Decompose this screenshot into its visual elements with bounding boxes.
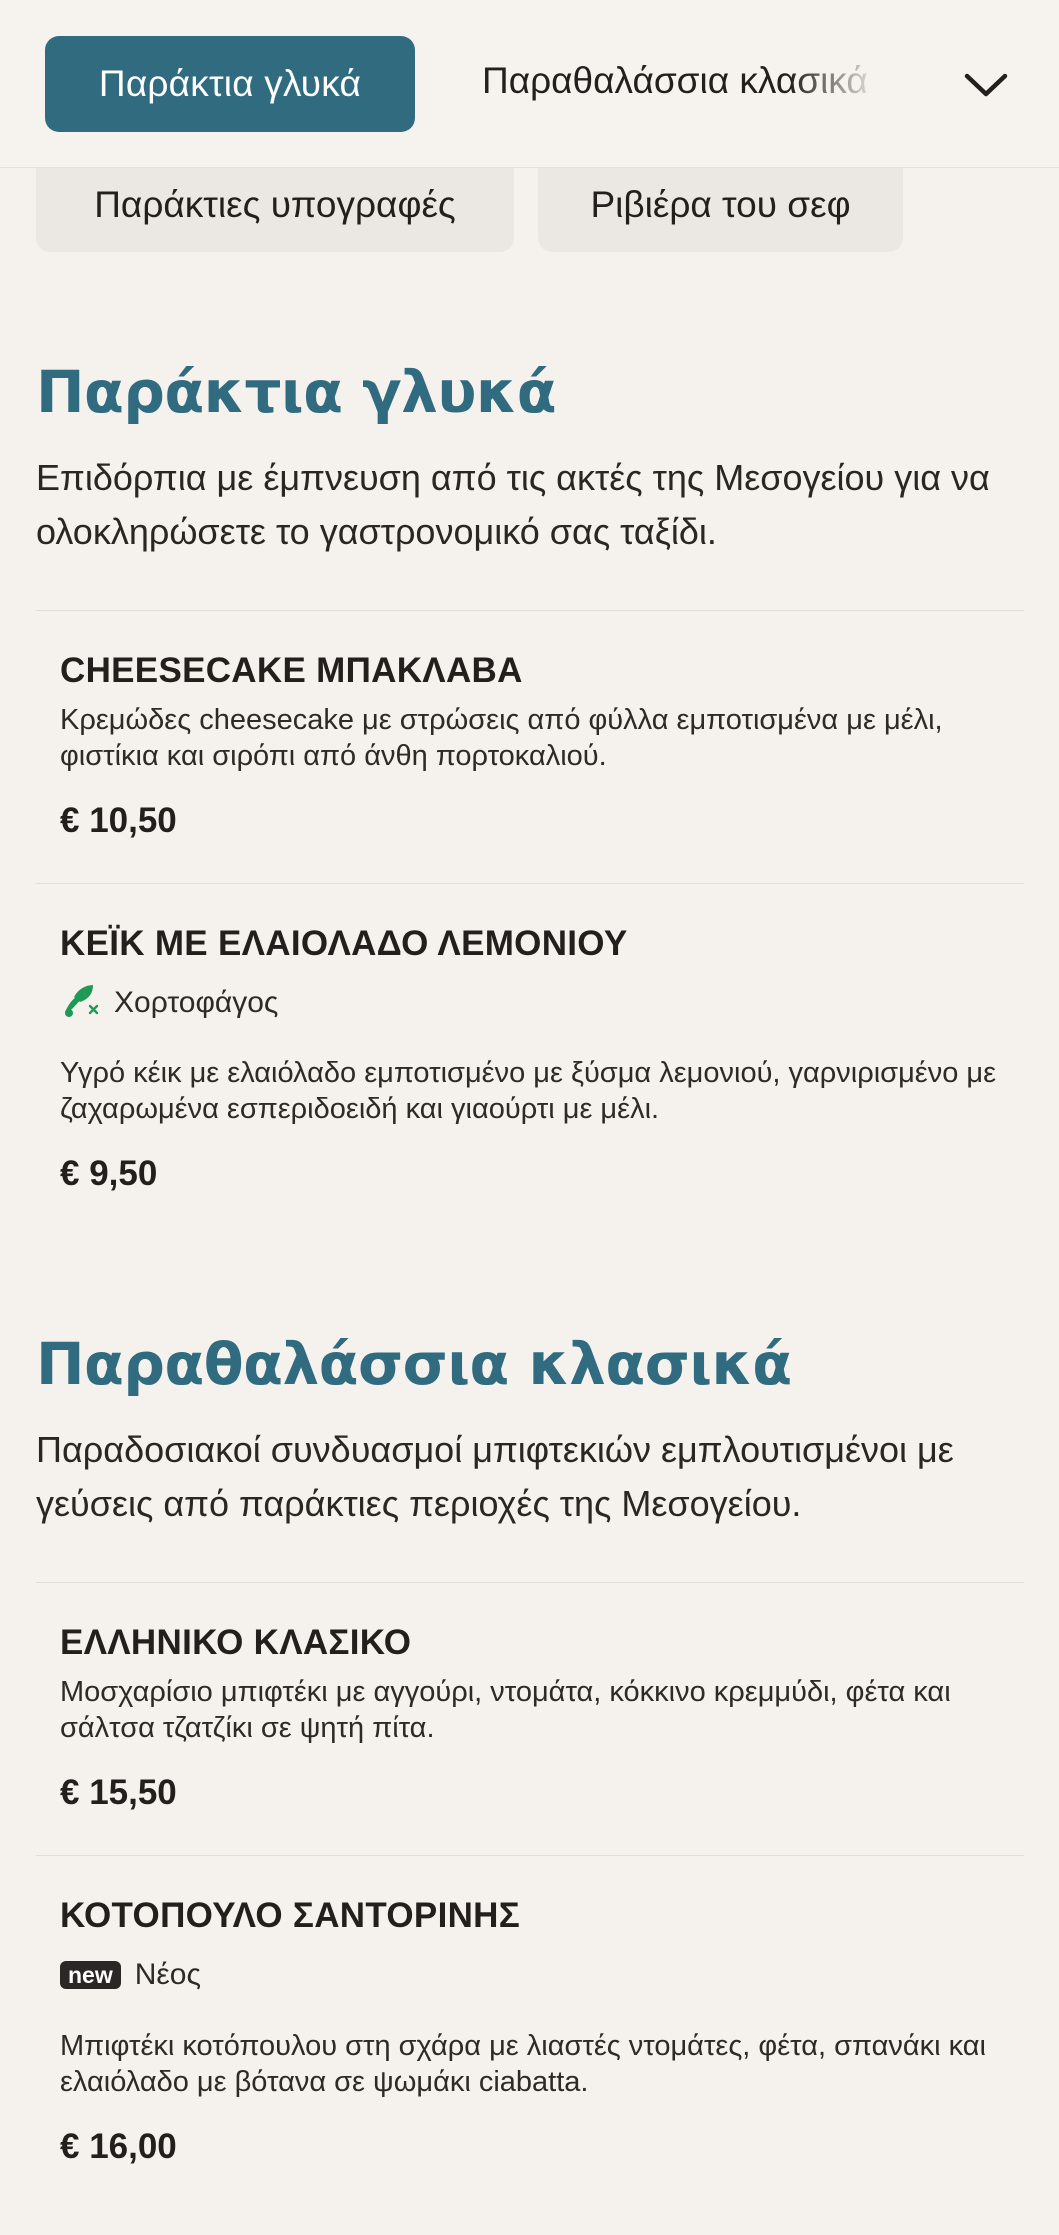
divider	[36, 1855, 1024, 1856]
menu-item-price: € 9,50	[60, 1154, 158, 1193]
category-tab-coastal-sweets[interactable]: Παράκτια γλυκά	[45, 36, 415, 132]
category-tab-label: Παράκτια γλυκά	[98, 63, 362, 104]
section-title: Παράκτια γλυκά	[36, 358, 557, 426]
new-tag-label: Νέος	[134, 1958, 201, 1991]
menu-item-price: € 15,50	[60, 1773, 177, 1812]
section-description: Παραδοσιακοί συνδυασμοί μπιφτεκιών εμπλο…	[36, 1429, 954, 1524]
category-nav-bar: Παράκτια γλυκά Παραθαλάσσια κλασικά	[0, 0, 1059, 168]
menu-item-name[interactable]: CHEESECAKE ΜΠΑΚΛΑΒΑ	[60, 651, 523, 691]
dietary-tag-label: Χορτοφάγος	[114, 986, 279, 1019]
chevron-down-icon[interactable]	[958, 58, 1014, 114]
category-chip-label: Παράκτιες υπογραφές	[94, 184, 456, 225]
new-tag: new Νέος	[60, 1955, 201, 1995]
divider	[36, 883, 1024, 884]
menu-item-name[interactable]: ΕΛΛΗΝΙΚΟ ΚΛΑΣΙΚΟ	[60, 1623, 411, 1663]
new-badge: new	[60, 1961, 121, 1989]
divider	[36, 610, 1024, 611]
section-title: Παραθαλάσσια κλασικά	[36, 1330, 792, 1398]
menu-item-price: € 10,50	[60, 801, 177, 840]
menu-item-name[interactable]: ΚΕΪΚ ΜΕ ΕΛΑΙΟΛΑΔΟ ΛΕΜΟΝΙΟΥ	[60, 924, 628, 964]
divider	[36, 1582, 1024, 1583]
section-description: Επιδόρπια με έμπνευση από τις ακτές της …	[36, 457, 990, 552]
menu-item-description: Κρεμώδες cheesecake με στρώσεις από φύλλ…	[60, 704, 943, 772]
menu-item-description: Μπιφτέκι κοτόπουλου στη σχάρα με λιαστές…	[60, 2030, 986, 2098]
menu-item-name[interactable]: ΚΟΤΟΠΟΥΛΟ ΣΑΝΤΟΡΙΝΗΣ	[60, 1896, 520, 1936]
vegetarian-icon	[60, 979, 100, 1027]
menu-page: Παράκτιες υπογραφές Ριβιέρα του σεφ Παρά…	[0, 0, 1059, 2235]
category-chip-label: Ριβιέρα του σεφ	[590, 184, 851, 225]
menu-item-price: € 16,00	[60, 2127, 177, 2166]
dietary-tag: Χορτοφάγος	[60, 983, 278, 1023]
tab-overflow-fade	[790, 40, 930, 130]
menu-item-description: Μοσχαρίσιο μπιφτέκι με αγγούρι, ντομάτα,…	[60, 1676, 951, 1744]
menu-item-description: Υγρό κέικ με ελαιόλαδο εμποτισμένο με ξύ…	[60, 1057, 997, 1125]
